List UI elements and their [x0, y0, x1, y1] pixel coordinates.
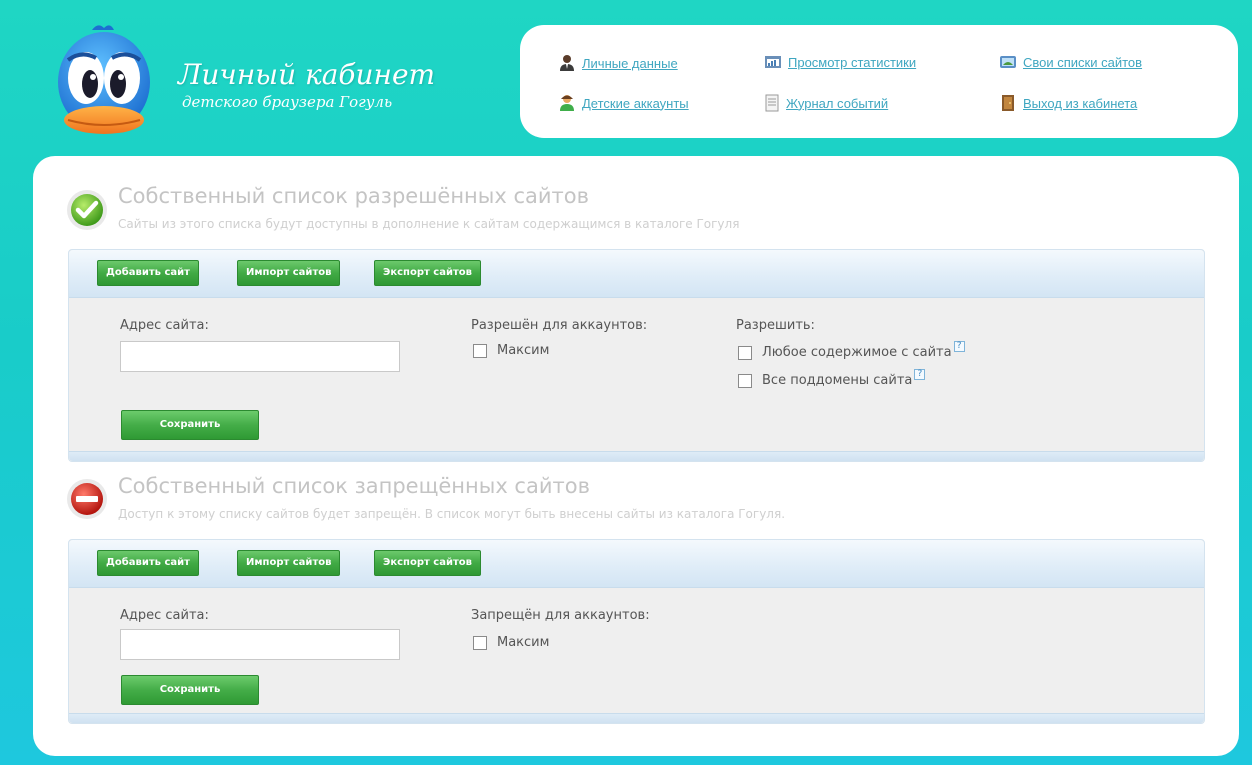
nav-child-accounts[interactable]: Детские аккаунты	[558, 94, 689, 112]
option-any-content-row: Любое содержимое с сайта ?	[738, 341, 965, 360]
blocked-toolbar: Добавить сайт Импорт сайтов Экспорт сайт…	[69, 540, 1204, 588]
allowed-section-title: Собственный список разрешённых сайтов	[118, 184, 589, 208]
allowed-account-checkbox[interactable]	[473, 343, 487, 358]
option-subdomains-row: Все поддомены сайта ?	[738, 369, 926, 388]
duck-logo	[52, 22, 156, 140]
blocked-accounts-label: Запрещён для аккаунтов:	[471, 608, 650, 623]
nav-menu: Личные данные Детские аккаунты Просмотр …	[520, 25, 1238, 138]
allowed-address-label: Адрес сайта:	[120, 318, 209, 333]
nav-statistics[interactable]: Просмотр статистики	[764, 54, 916, 70]
allowed-section-description: Сайты из этого списка будут доступны в д…	[118, 217, 740, 231]
user-icon	[560, 55, 574, 71]
site-lists-icon	[1000, 56, 1016, 68]
blocked-address-label: Адрес сайта:	[120, 608, 209, 623]
check-icon	[66, 189, 108, 231]
event-log-icon	[765, 94, 779, 112]
blocked-add-site-button[interactable]: Добавить сайт	[97, 550, 199, 576]
nav-site-lists-label: Свои списки сайтов	[1023, 54, 1143, 70]
allowed-address-input[interactable]	[120, 341, 400, 372]
allowed-account-name: Максим	[497, 343, 550, 358]
blocked-export-sites-button[interactable]: Экспорт сайтов	[374, 550, 481, 576]
allowed-panel: Добавить сайт Импорт сайтов Экспорт сайт…	[68, 249, 1205, 462]
blocked-save-button[interactable]: Сохранить	[121, 675, 259, 705]
option-subdomains-label: Все поддомены сайта	[762, 373, 913, 388]
blocked-account-row: Максим	[473, 635, 549, 650]
nav-statistics-label: Просмотр статистики	[788, 54, 917, 70]
blocked-panel: Добавить сайт Импорт сайтов Экспорт сайт…	[68, 539, 1205, 724]
statistics-icon	[765, 56, 781, 68]
option-subdomains-checkbox[interactable]	[738, 373, 752, 388]
exit-door-icon	[1002, 95, 1014, 111]
allowed-add-site-button[interactable]: Добавить сайт	[97, 260, 199, 286]
allowed-accounts-label: Разрешён для аккаунтов:	[471, 318, 648, 333]
allowed-export-sites-button[interactable]: Экспорт сайтов	[374, 260, 481, 286]
nav-event-log-label: Журнал событий	[786, 95, 889, 111]
child-accounts-icon	[560, 95, 574, 111]
help-icon[interactable]: ?	[914, 369, 926, 380]
blocked-account-checkbox[interactable]	[473, 635, 487, 650]
main-content: Собственный список разрешённых сайтов Са…	[33, 156, 1239, 756]
allowed-account-row: Максим	[473, 343, 549, 358]
brand-title: Личный кабинет	[178, 58, 436, 91]
blocked-section-title: Собственный список запрещённых сайтов	[118, 474, 590, 498]
blocked-import-sites-button[interactable]: Импорт сайтов	[237, 550, 341, 576]
nav-event-log[interactable]: Журнал событий	[764, 94, 888, 112]
blocked-section-description: Доступ к этому списку сайтов будет запре…	[118, 507, 786, 521]
nav-exit-label: Выход из кабинета	[1023, 95, 1138, 111]
option-any-content-label: Любое содержимое с сайта	[762, 345, 952, 360]
stop-icon	[66, 478, 108, 520]
option-any-content-checkbox[interactable]	[738, 345, 752, 360]
blocked-panel-footer	[69, 713, 1204, 723]
blocked-account-name: Максим	[497, 635, 550, 650]
blocked-address-input[interactable]	[120, 629, 400, 660]
nav-personal-data[interactable]: Личные данные	[558, 54, 678, 72]
allowed-panel-footer	[69, 451, 1204, 461]
brand-subtitle: детского браузера Гогуль	[182, 93, 393, 111]
allowed-toolbar: Добавить сайт Импорт сайтов Экспорт сайт…	[69, 250, 1204, 298]
allow-options-label: Разрешить:	[736, 318, 815, 333]
nav-child-accounts-label: Детские аккаунты	[582, 95, 689, 111]
allowed-import-sites-button[interactable]: Импорт сайтов	[237, 260, 341, 286]
nav-site-lists[interactable]: Свои списки сайтов	[999, 54, 1142, 70]
nav-personal-data-label: Личные данные	[582, 55, 678, 71]
help-icon[interactable]: ?	[953, 341, 965, 352]
nav-exit[interactable]: Выход из кабинета	[999, 94, 1137, 112]
allowed-save-button[interactable]: Сохранить	[121, 410, 259, 440]
